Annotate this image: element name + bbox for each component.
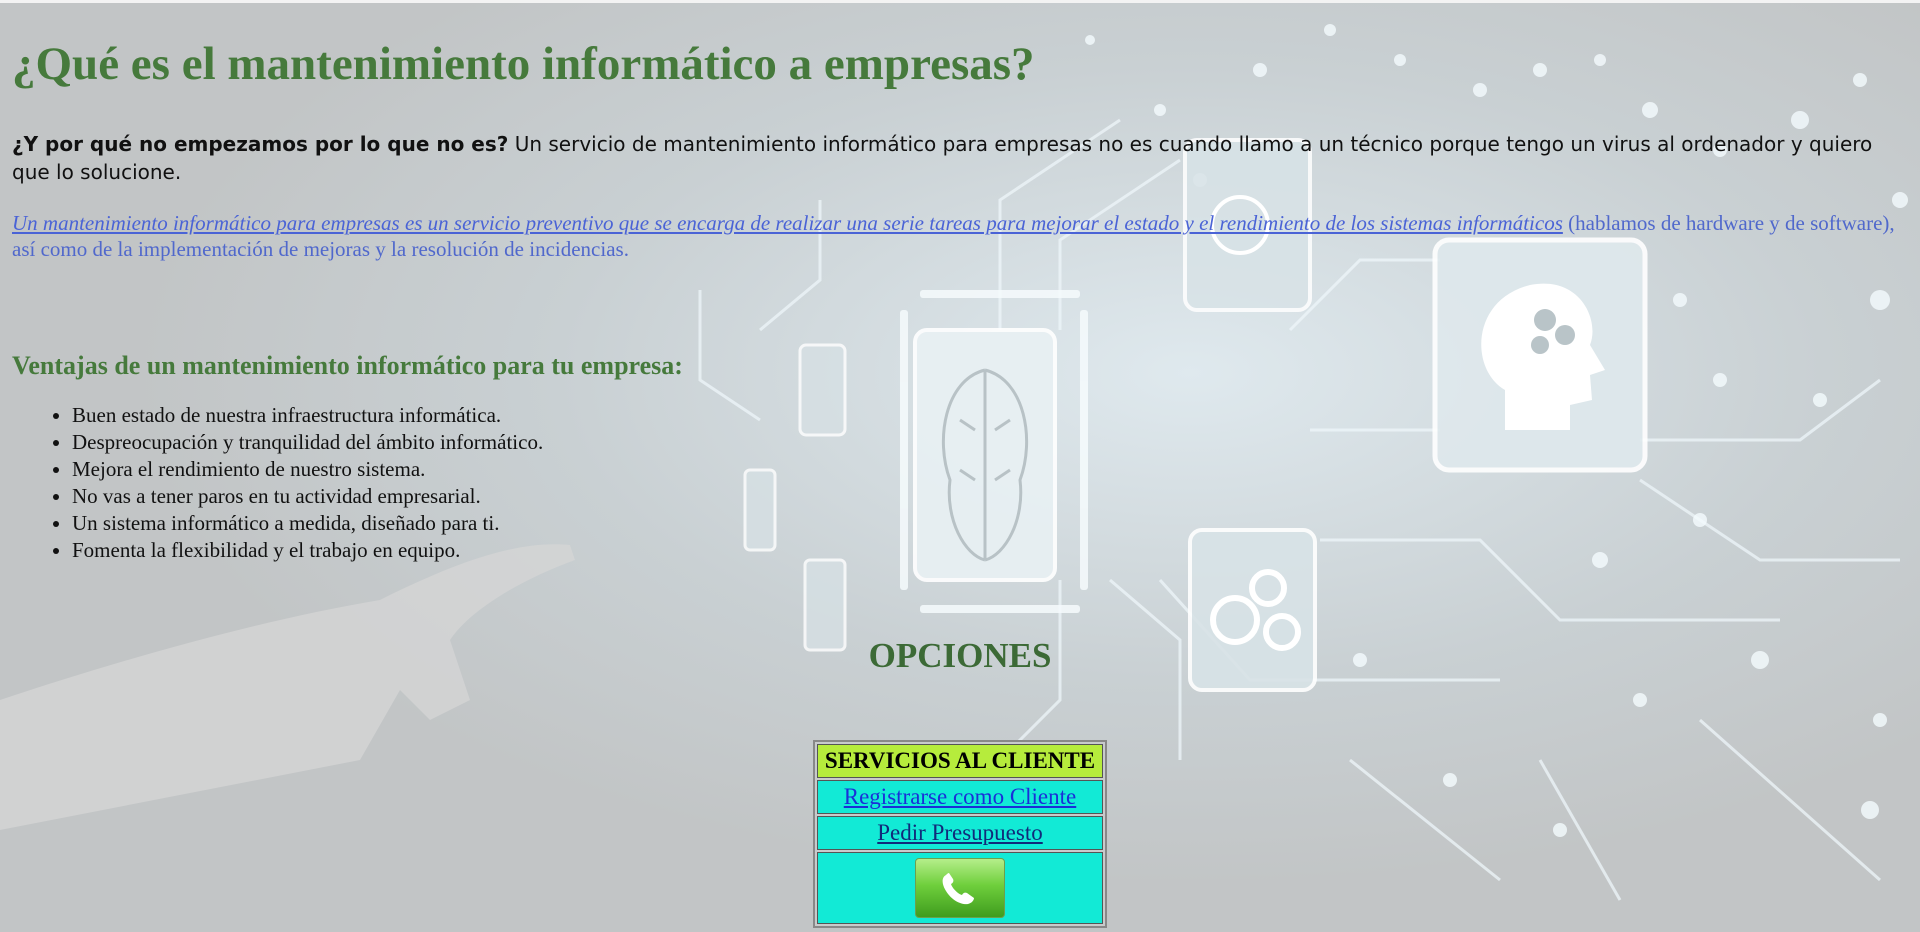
table-header: SERVICIOS AL CLIENTE	[817, 744, 1103, 778]
register-cell: Registrarse como Cliente	[817, 780, 1103, 814]
list-item: Despreocupación y tranquilidad del ámbit…	[72, 429, 1912, 456]
request-quote-link[interactable]: Pedir Presupuesto	[877, 820, 1042, 845]
list-item: Un sistema informático a medida, diseñad…	[72, 510, 1912, 537]
advantages-list: Buen estado de nuestra infraestructura i…	[12, 402, 1912, 564]
list-item: Buen estado de nuestra infraestructura i…	[72, 402, 1912, 429]
list-item: Mejora el rendimiento de nuestro sistema…	[72, 456, 1912, 483]
page-title: ¿Qué es el mantenimiento informático a e…	[12, 38, 1035, 90]
customer-services-table: SERVICIOS AL CLIENTE Registrarse como Cl…	[813, 740, 1107, 928]
phone-cell	[817, 852, 1103, 924]
quote-cell: Pedir Presupuesto	[817, 816, 1103, 850]
phone-icon	[942, 873, 974, 905]
intro-paragraph: ¿Y por qué no empezamos por lo que no es…	[12, 130, 1902, 186]
register-client-link[interactable]: Registrarse como Cliente	[844, 784, 1077, 809]
definition-link[interactable]: Un mantenimiento informático para empres…	[12, 211, 1563, 235]
phone-button[interactable]	[915, 858, 1005, 918]
main-content: ¿Qué es el mantenimiento informático a e…	[0, 0, 1912, 564]
definition-paragraph: Un mantenimiento informático para empres…	[12, 210, 1902, 262]
top-border	[0, 0, 1920, 3]
advantages-title: Ventajas de un mantenimiento informático…	[12, 351, 683, 380]
list-item: No vas a tener paros en tu actividad emp…	[72, 483, 1912, 510]
intro-question: ¿Y por qué no empezamos por lo que no es…	[12, 132, 509, 156]
options-title: OPCIONES	[868, 636, 1052, 675]
list-item: Fomenta la flexibilidad y el trabajo en …	[72, 537, 1912, 564]
